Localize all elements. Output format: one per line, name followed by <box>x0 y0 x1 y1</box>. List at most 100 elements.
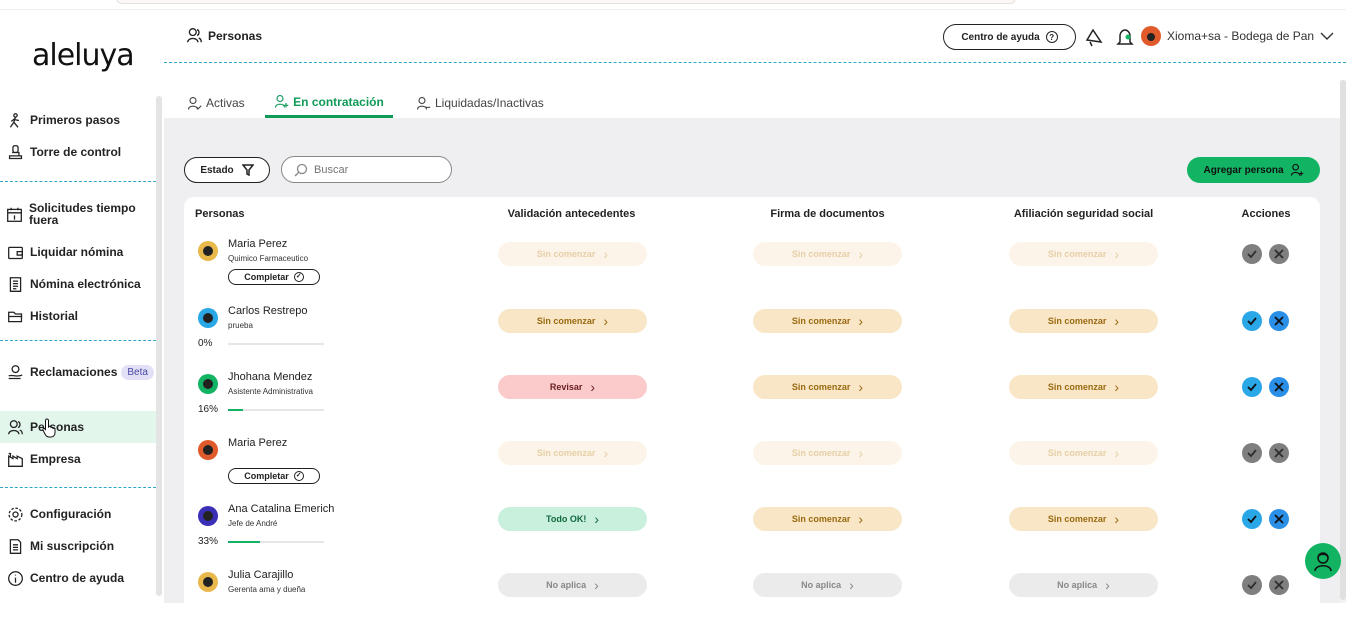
status-pill[interactable]: No aplica › <box>498 573 647 597</box>
megaphone-icon[interactable] <box>1083 26 1105 48</box>
status-label: Sin comenzar <box>1047 448 1107 458</box>
status-label: Sin comenzar <box>791 249 851 259</box>
chevron-right-icon: › <box>1114 445 1120 461</box>
sidebar-item-personas[interactable]: Personas <box>0 411 156 443</box>
reject-button[interactable] <box>1269 377 1289 397</box>
status-pill[interactable]: No aplica › <box>1009 573 1158 597</box>
beta-badge: Beta <box>121 364 154 380</box>
person-role: Asistente Administrativa <box>228 387 313 396</box>
status-pill[interactable]: Sin comenzar › <box>1009 242 1158 266</box>
info-icon <box>6 569 24 587</box>
sidebar-item-centro-de-ayuda[interactable]: Centro de ayuda <box>0 562 156 594</box>
status-pill[interactable]: Sin comenzar › <box>1009 441 1158 465</box>
sidebar-divider <box>0 181 156 182</box>
approve-button[interactable] <box>1242 311 1262 331</box>
status-pill[interactable]: Sin comenzar › <box>1009 375 1158 399</box>
status-label: Sin comenzar <box>791 448 851 458</box>
tab-label: En contratación <box>293 94 384 109</box>
status-pill[interactable]: Sin comenzar › <box>753 375 902 399</box>
tab-label: Liquidadas/Inactivas <box>435 96 544 110</box>
chevron-right-icon: › <box>858 445 864 461</box>
help-center-button[interactable]: Centro de ayuda ? <box>943 24 1076 50</box>
sidebar-item-primeros-pasos[interactable]: Primeros pasos <box>0 104 156 136</box>
status-pill[interactable]: Revisar › <box>498 375 647 399</box>
tab-activas[interactable]: Activas <box>185 88 247 118</box>
sidebar-item-mi-suscripcion[interactable]: Mi suscripción <box>0 530 156 562</box>
person-name[interactable]: Julia Carajillo <box>228 569 293 581</box>
table-row: Maria Perez Completar ✓ Sin comenzar › Sin co… <box>184 429 1320 495</box>
complete-button[interactable]: Completar ✓ <box>228 468 320 484</box>
column-header-validacion: Validación antecedentes <box>507 208 636 220</box>
status-pill[interactable]: Sin comenzar › <box>1009 309 1158 333</box>
app-logo[interactable]: aleluya <box>32 38 135 73</box>
sidebar-item-torre-de-control[interactable]: Torre de control <box>0 136 156 168</box>
page-title: Personas <box>186 27 262 44</box>
person-name[interactable]: Ana Catalina Emerich <box>228 503 334 515</box>
tab-liquidadas[interactable]: Liquidadas/Inactivas <box>414 88 546 118</box>
status-pill[interactable]: Sin comenzar › <box>753 507 902 531</box>
check-icon <box>1247 515 1257 524</box>
sidebar-item-liquidar-nomina[interactable]: Liquidar nómina <box>0 236 156 268</box>
status-pill[interactable]: No aplica › <box>753 573 902 597</box>
status-filter-label: Estado <box>200 164 234 176</box>
progress-percent: 0% <box>198 338 213 349</box>
approve-button[interactable] <box>1242 443 1262 463</box>
status-filter-button[interactable]: Estado <box>184 157 270 183</box>
status-pill[interactable]: Sin comenzar › <box>498 242 647 266</box>
person-name[interactable]: Maria Perez <box>228 238 287 250</box>
status-pill[interactable]: Sin comenzar › <box>498 309 647 333</box>
reject-button[interactable] <box>1269 443 1289 463</box>
approve-button[interactable] <box>1242 509 1262 529</box>
status-pill[interactable]: Todo OK! › <box>498 507 647 531</box>
sidebar-item-historial[interactable]: Historial <box>0 300 156 332</box>
chevron-right-icon: › <box>1114 313 1120 329</box>
person-avatar <box>198 506 218 526</box>
person-name[interactable]: Jhohana Mendez <box>228 371 312 383</box>
route-icon <box>6 111 24 129</box>
sidebar-item-empresa[interactable]: Empresa <box>0 443 156 475</box>
reject-button[interactable] <box>1269 244 1289 264</box>
reject-button[interactable] <box>1269 311 1289 331</box>
approve-button[interactable] <box>1242 377 1262 397</box>
status-label: Todo OK! <box>546 514 587 524</box>
approve-button[interactable] <box>1242 244 1262 264</box>
person-add-icon <box>275 94 289 108</box>
sidebar-item-configuracion[interactable]: Configuración <box>0 498 156 530</box>
reject-button[interactable] <box>1269 575 1289 595</box>
person-name[interactable]: Carlos Restrepo <box>228 305 307 317</box>
search-input[interactable] <box>314 163 434 176</box>
scrollbar-thumb[interactable] <box>1340 80 1346 600</box>
status-pill[interactable]: Sin comenzar › <box>753 309 902 333</box>
complete-label: Completar <box>244 272 289 282</box>
status-pill[interactable]: Sin comenzar › <box>498 441 647 465</box>
main-scrollbar[interactable] <box>1340 80 1346 603</box>
status-pill[interactable]: Sin comenzar › <box>1009 507 1158 531</box>
approve-button[interactable] <box>1242 575 1262 595</box>
tab-en-contratacion[interactable]: En contratación <box>265 88 393 118</box>
company-selector[interactable]: Xioma+sa - Bodega de Pan <box>1141 26 1334 46</box>
bell-icon[interactable] <box>1114 26 1136 48</box>
add-person-button[interactable]: Agregar persona <box>1187 157 1320 183</box>
sidebar-scrollbar[interactable] <box>156 96 162 596</box>
status-label: Sin comenzar <box>791 316 851 326</box>
hand-cursor-icon <box>42 418 56 438</box>
chat-support-button[interactable] <box>1305 543 1341 579</box>
search-box[interactable] <box>281 156 452 183</box>
status-label: Sin comenzar <box>791 382 851 392</box>
reject-button[interactable] <box>1269 509 1289 529</box>
chevron-right-icon: › <box>1114 379 1120 395</box>
sidebar-item-label: Nómina electrónica <box>30 277 141 291</box>
complete-button[interactable]: Completar ✓ <box>228 269 320 285</box>
close-icon <box>1274 514 1284 524</box>
column-header-afiliacion: Afiliación seguridad social <box>1013 208 1154 220</box>
sidebar-item-reclamaciones[interactable]: Reclamaciones Beta <box>0 356 156 388</box>
status-pill[interactable]: Sin comenzar › <box>753 242 902 266</box>
person-name[interactable]: Maria Perez <box>228 437 287 449</box>
status-label: Sin comenzar <box>536 316 596 326</box>
complete-label: Completar <box>244 471 289 481</box>
person-avatar <box>198 241 218 261</box>
status-pill[interactable]: Sin comenzar › <box>753 441 902 465</box>
table-row: Carlos Restrepo prueba 0% Sin comenzar › Sin … <box>184 297 1320 363</box>
sidebar-item-nomina-electronica[interactable]: Nómina electrónica <box>0 268 156 300</box>
sidebar-item-solicitudes[interactable]: Solicitudes tiempo fuera <box>0 198 156 230</box>
